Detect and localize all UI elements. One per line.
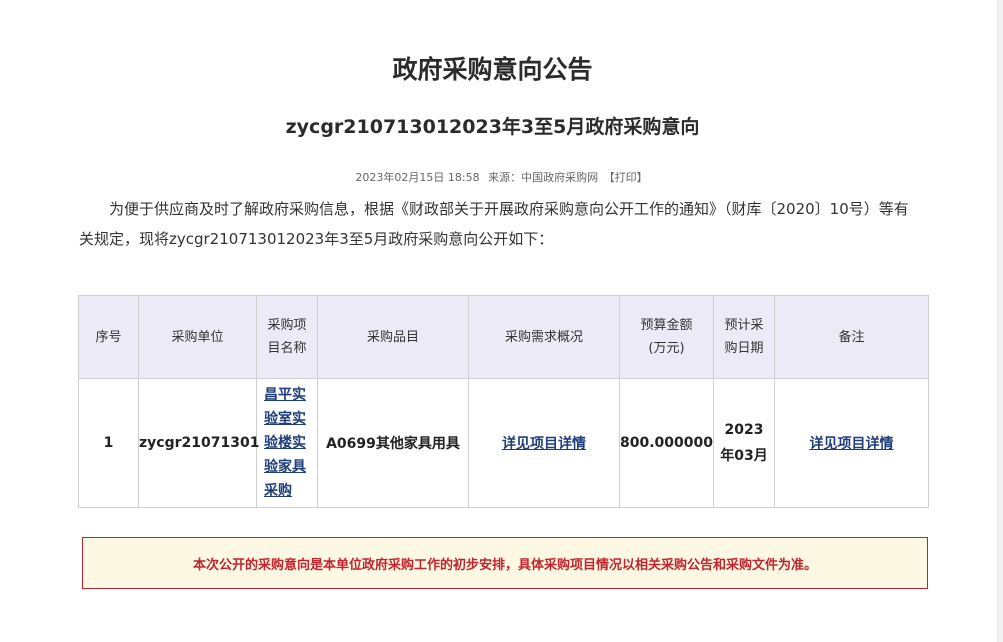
header-date: 预计采购日期 [713,295,775,379]
date-text: 2023年03月 [720,422,768,464]
cell-budget: 800.000000 [619,378,714,508]
cell-unit: zycgr21071301 [138,378,259,508]
article-meta: 2023年02月15日 18:58 来源：中国政府采购网 【打印】 [0,169,1003,185]
header-note: 备注 [774,295,929,379]
demand-details-link[interactable]: 详见项目详情 [502,436,586,452]
page-title: 政府采购意向公告 [392,55,593,84]
header-budget: 预算金额(万元) [619,295,714,379]
disclaimer-notice: 本次公开的采购意向是本单位政府采购工作的初步安排，具体采购项目情况以相关采购公告… [82,537,928,589]
project-name-link[interactable]: 昌平实验室实验楼实验家具采购 [264,383,310,503]
cell-project-name: 昌平实验室实验楼实验家具采购 [256,378,318,508]
header-project-name: 采购项目名称 [256,295,318,379]
page-subtitle: zycgr210713012023年3至5月政府采购意向 [285,116,700,138]
header-seq: 序号 [78,295,139,379]
print-link[interactable]: 【打印】 [604,171,648,184]
table-row: 1 zycgr21071301 昌平实验室实验楼实验家具采购 A0699其他家具… [78,378,929,508]
cell-item: A0699其他家具用具 [317,378,469,508]
publish-datetime: 2023年02月15日 18:58 [355,171,480,184]
table-header-row: 序号 采购单位 采购项目名称 采购品目 采购需求概况 预算金额(万元) 预计采购… [78,295,929,379]
header-budget-text: 预算金额(万元) [640,318,693,356]
header-project-name-text: 采购项目名称 [267,318,307,356]
source-name: 中国政府采购网 [521,171,599,184]
cell-date: 2023年03月 [713,378,775,508]
header-item: 采购品目 [317,295,469,379]
intent-table: 序号 采购单位 采购项目名称 采购品目 采购需求概况 预算金额(万元) 预计采购… [78,295,929,508]
source-label: 来源： [488,171,522,184]
note-details-link[interactable]: 详见项目详情 [810,436,894,452]
cell-seq: 1 [78,378,139,508]
intro-paragraph: 为便于供应商及时了解政府采购信息，根据《财政部关于开展政府采购意向公开工作的通知… [79,200,909,248]
header-date-text: 预计采购日期 [724,318,764,356]
header-demand: 采购需求概况 [468,295,620,379]
header-unit: 采购单位 [138,295,257,379]
cell-note: 详见项目详情 [774,378,929,508]
cell-demand: 详见项目详情 [468,378,620,508]
page: 政府采购意向公告 zycgr210713012023年3至5月政府采购意向 20… [0,0,998,642]
